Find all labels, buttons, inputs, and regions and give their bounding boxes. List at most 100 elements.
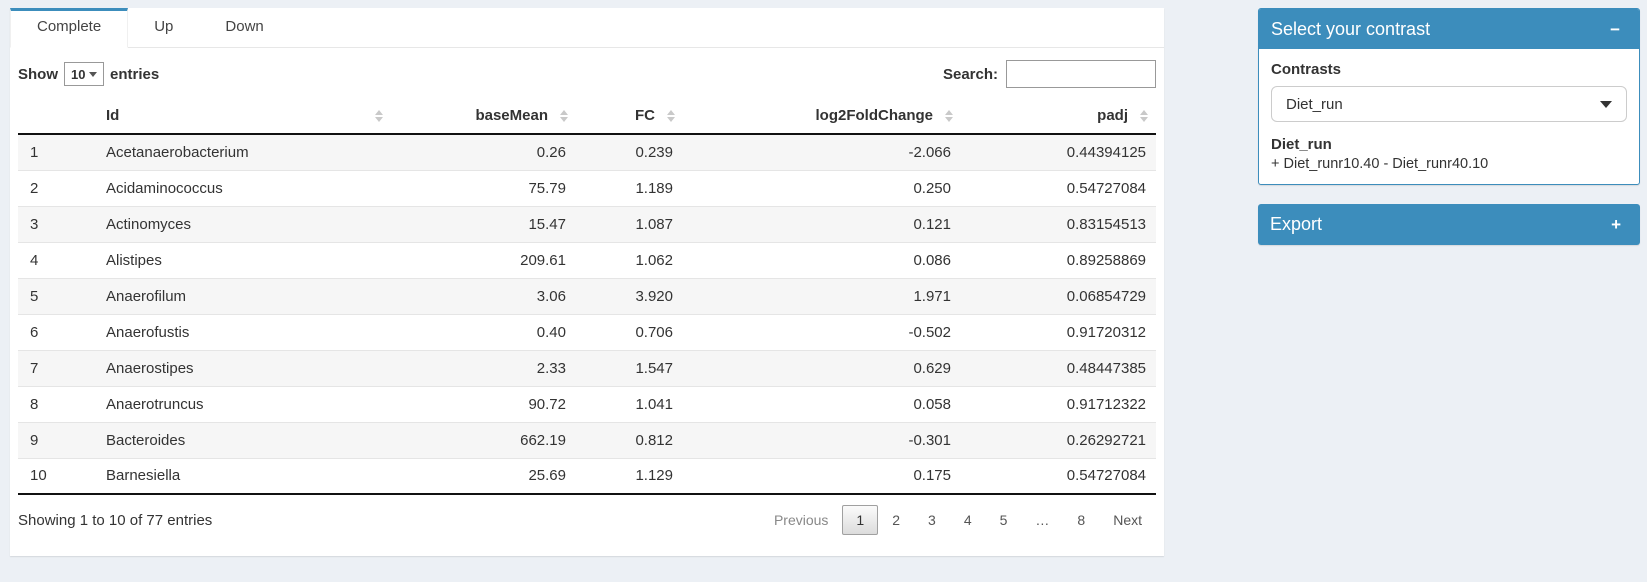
page-button-4[interactable]: 4 [950,505,986,535]
contrast-select[interactable]: Diet_run [1271,86,1627,122]
page-button-2[interactable]: 2 [878,505,914,535]
table-row[interactable]: 3Actinomyces15.471.0870.1210.83154513 [18,206,1156,242]
row-number-cell: 3 [18,206,96,242]
search-input[interactable] [1006,60,1156,88]
tab-bar: CompleteUpDown [10,8,1164,48]
cell-Id: Anaerofustis [96,314,391,350]
cell-FC: 0.706 [576,314,683,350]
contrast-select-value: Diet_run [1286,96,1343,113]
cell-FC: 0.812 [576,422,683,458]
cell-FC: 3.920 [576,278,683,314]
cell-baseMean: 209.61 [391,242,576,278]
column-header-Id[interactable]: Id [96,98,391,134]
row-number-cell: 8 [18,386,96,422]
cell-Id: Barnesiella [96,458,391,494]
side-panel: Select your contrast − Contrasts Diet_ru… [1258,8,1640,264]
page-length-select[interactable]: 10 [64,62,104,86]
search-control: Search: [943,60,1156,88]
table-row[interactable]: 2Acidaminococcus75.791.1890.2500.5472708… [18,170,1156,206]
cell-baseMean: 2.33 [391,350,576,386]
search-label: Search: [943,66,998,83]
cell-Id: Anaerotruncus [96,386,391,422]
contrast-box: Select your contrast − Contrasts Diet_ru… [1258,8,1640,185]
cell-baseMean: 0.40 [391,314,576,350]
cell-FC: 1.041 [576,386,683,422]
contrast-box-body: Contrasts Diet_run Diet_run + Diet_runr1… [1259,49,1639,184]
results-table: Id baseMean FC log2FoldChange padj 1Acetanae… [18,98,1156,495]
cell-Id: Actinomyces [96,206,391,242]
show-label: Show [18,66,58,83]
cell-FC: 0.239 [576,134,683,170]
sort-icon [375,110,383,122]
tab-complete[interactable]: Complete [10,8,128,48]
row-number-cell: 7 [18,350,96,386]
tab-down[interactable]: Down [199,8,289,47]
table-row[interactable]: 8Anaerotruncus90.721.0410.0580.91712322 [18,386,1156,422]
cell-baseMean: 90.72 [391,386,576,422]
cell-padj: 0.44394125 [961,134,1156,170]
table-row[interactable]: 10Barnesiella25.691.1290.1750.54727084 [18,458,1156,494]
column-header-label: log2FoldChange [816,107,934,124]
export-box: Export + [1258,204,1640,245]
sort-icon [560,110,568,122]
table-row[interactable]: 5Anaerofilum3.063.9201.9710.06854729 [18,278,1156,314]
cell-FC: 1.547 [576,350,683,386]
page-button-…[interactable]: … [1021,505,1063,535]
row-number-cell: 10 [18,458,96,494]
cell-Id: Bacteroides [96,422,391,458]
column-header-log2FoldChange[interactable]: log2FoldChange [683,98,961,134]
cell-log2FoldChange: 0.175 [683,458,961,494]
results-tabbox: CompleteUpDown Show 10 entries Search: I… [10,8,1164,556]
caret-down-icon [1600,101,1612,108]
sort-icon [667,110,675,122]
column-header-label: baseMean [475,107,548,124]
page-button-Previous[interactable]: Previous [760,505,842,535]
cell-padj: 0.91712322 [961,386,1156,422]
page-button-5[interactable]: 5 [986,505,1022,535]
column-header-label: Id [106,107,119,124]
page-button-3[interactable]: 3 [914,505,950,535]
row-number-cell: 2 [18,170,96,206]
table-row[interactable]: 4Alistipes209.611.0620.0860.89258869 [18,242,1156,278]
expand-plus-icon[interactable]: + [1607,214,1625,235]
column-header-FC[interactable]: FC [576,98,683,134]
contrasts-label: Contrasts [1271,61,1627,78]
table-body: 1Acetanaerobacterium0.260.239-2.0660.443… [18,134,1156,494]
row-number-cell: 4 [18,242,96,278]
contrast-name: Diet_run [1271,136,1627,153]
table-row[interactable]: 1Acetanaerobacterium0.260.239-2.0660.443… [18,134,1156,170]
row-number-cell: 5 [18,278,96,314]
page-button-8[interactable]: 8 [1063,505,1099,535]
cell-baseMean: 75.79 [391,170,576,206]
cell-FC: 1.129 [576,458,683,494]
export-box-title: Export [1270,214,1322,235]
page-button-1[interactable]: 1 [842,505,878,535]
pagination: Previous12345…8Next [760,505,1156,535]
table-row[interactable]: 6Anaerofustis0.400.706-0.5020.91720312 [18,314,1156,350]
page-length-value: 10 [71,67,85,82]
contrast-formula: + Diet_runr10.40 - Diet_runr40.10 [1271,156,1627,172]
cell-log2FoldChange: 0.058 [683,386,961,422]
contrast-box-header: Select your contrast − [1259,9,1639,49]
table-row[interactable]: 7Anaerostipes2.331.5470.6290.48447385 [18,350,1156,386]
show-entries-control: Show 10 entries [18,62,159,86]
table-row[interactable]: 9Bacteroides662.190.812-0.3010.26292721 [18,422,1156,458]
cell-Id: Anaerofilum [96,278,391,314]
column-header-baseMean[interactable]: baseMean [391,98,576,134]
cell-FC: 1.062 [576,242,683,278]
column-header-padj[interactable]: padj [961,98,1156,134]
cell-padj: 0.54727084 [961,458,1156,494]
cell-log2FoldChange: 1.971 [683,278,961,314]
cell-log2FoldChange: 0.629 [683,350,961,386]
cell-FC: 1.087 [576,206,683,242]
cell-log2FoldChange: -0.301 [683,422,961,458]
collapse-minus-icon[interactable]: − [1606,19,1624,40]
cell-log2FoldChange: 0.086 [683,242,961,278]
table-info: Showing 1 to 10 of 77 entries [18,512,212,529]
page-button-Next[interactable]: Next [1099,505,1156,535]
cell-baseMean: 25.69 [391,458,576,494]
tab-content-complete: Show 10 entries Search: Id baseMean FC log2… [10,48,1164,535]
row-number-cell: 6 [18,314,96,350]
tab-up[interactable]: Up [128,8,199,47]
cell-Id: Acidaminococcus [96,170,391,206]
